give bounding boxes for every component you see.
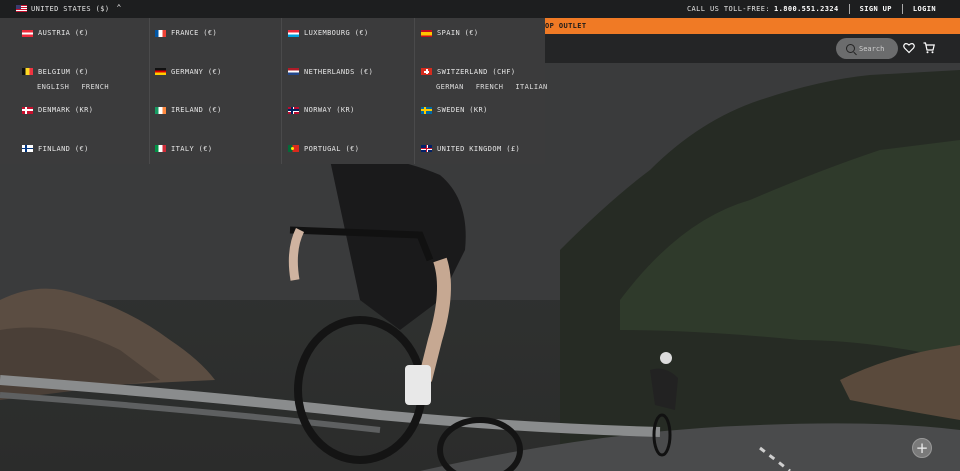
country-option-belgium[interactable]: BELGIUM (€): [0, 68, 149, 76]
language-options: GERMAN FRENCH ITALIAN: [414, 83, 547, 91]
country-label: SPAIN (€): [437, 29, 479, 37]
flag-us-icon: [16, 5, 27, 12]
country-label: IRELAND (€): [171, 106, 222, 114]
country-cell: ITALY (€): [149, 134, 281, 173]
sign-up-link[interactable]: SIGN UP: [860, 5, 892, 13]
flag-sweden-icon: [421, 106, 432, 114]
country-option-netherlands[interactable]: NETHERLANDS (€): [281, 68, 414, 76]
country-cell: AUSTRIA (€): [0, 18, 149, 57]
country-label: LUXEMBOURG (€): [304, 29, 369, 37]
language-option-german[interactable]: GERMAN: [436, 83, 464, 91]
utility-links: CALL US TOLL-FREE: 1.800.551.2324 SIGN UP…: [687, 4, 936, 14]
flag-spain-icon: [421, 29, 432, 37]
country-cell: BELGIUM (€) ENGLISH FRENCH: [0, 57, 149, 96]
plus-button[interactable]: +: [912, 438, 932, 458]
country-option-ireland[interactable]: IRELAND (€): [149, 106, 281, 114]
country-label: UNITED KINGDOM (£): [437, 144, 521, 153]
flag-netherlands-icon: [288, 68, 299, 75]
country-cell: GERMANY (€): [149, 57, 281, 96]
country-option-france[interactable]: FRANCE (€): [149, 29, 281, 37]
country-option-austria[interactable]: AUSTRIA (€): [0, 29, 149, 37]
country-option-portugal[interactable]: PORTUGAL (€): [281, 145, 414, 153]
phone-label: CALL US TOLL-FREE:: [686, 5, 770, 13]
flag-austria-icon: [22, 29, 33, 37]
country-label: FINLAND (€): [38, 144, 89, 153]
country-option-sweden[interactable]: SWEDEN (KR): [414, 106, 545, 114]
flag-luxembourg-icon: [288, 29, 299, 37]
country-label: ITALY (€): [171, 144, 213, 153]
divider: [901, 4, 903, 14]
country-cell: FRANCE (€): [149, 18, 281, 57]
phone-number[interactable]: 1.800.551.2324: [774, 5, 839, 13]
country-dropdown: AUSTRIA (€) FRANCE (€) LUXEMBOURG (€) SP…: [0, 18, 547, 164]
country-label: NORWAY (KR): [304, 106, 355, 114]
language-option-english[interactable]: ENGLISH: [37, 83, 69, 91]
country-label: GERMANY (€): [171, 67, 222, 76]
country-label: BELGIUM (€): [38, 67, 89, 76]
country-cell: SWEDEN (KR): [414, 95, 545, 134]
country-label: SWITZERLAND (CHF): [437, 67, 516, 76]
country-option-united-kingdom[interactable]: UNITED KINGDOM (£): [414, 145, 545, 153]
chevron-up-icon: ⌃: [116, 3, 122, 12]
search-icon: [846, 44, 855, 53]
locale-label: UNITED STATES ($): [31, 4, 110, 13]
language-option-french[interactable]: FRENCH: [81, 83, 109, 91]
flag-denmark-icon: [22, 106, 33, 114]
country-cell: UNITED KINGDOM (£): [414, 134, 545, 173]
heart-icon[interactable]: [903, 42, 915, 54]
login-link[interactable]: LOGIN: [913, 5, 936, 13]
search-placeholder: Search: [859, 44, 885, 53]
divider: [848, 4, 850, 14]
country-cell: FINLAND (€): [0, 134, 149, 173]
country-cell: SWITZERLAND (CHF) GERMAN FRENCH ITALIAN: [414, 57, 547, 96]
flag-portugal-icon: [288, 145, 299, 152]
country-option-norway[interactable]: NORWAY (KR): [281, 106, 414, 114]
country-label: SWEDEN (KR): [437, 106, 488, 114]
cart-icon[interactable]: [923, 42, 935, 54]
promo-text: OP OUTLET: [545, 22, 587, 30]
country-option-denmark[interactable]: DENMARK (KR): [0, 106, 149, 114]
country-option-italy[interactable]: ITALY (€): [149, 145, 281, 153]
country-label: DENMARK (KR): [38, 106, 94, 114]
country-label: PORTUGAL (€): [304, 144, 360, 153]
country-option-spain[interactable]: SPAIN (€): [414, 29, 545, 37]
country-option-germany[interactable]: GERMANY (€): [149, 68, 281, 76]
flag-ireland-icon: [155, 106, 166, 114]
flag-germany-icon: [155, 68, 166, 75]
flag-belgium-icon: [22, 68, 33, 75]
flag-norway-icon: [288, 106, 299, 114]
language-option-italian[interactable]: ITALIAN: [515, 83, 547, 91]
flag-switzerland-icon: [421, 68, 432, 75]
country-cell: DENMARK (KR): [0, 95, 149, 134]
locale-selector[interactable]: UNITED STATES ($) ⌃: [16, 3, 122, 13]
country-option-finland[interactable]: FINLAND (€): [0, 145, 149, 153]
language-options: ENGLISH FRENCH: [0, 83, 149, 91]
country-label: FRANCE (€): [171, 29, 218, 37]
country-cell: IRELAND (€): [149, 95, 281, 134]
country-label: AUSTRIA (€): [38, 29, 89, 37]
flag-italy-icon: [155, 145, 166, 152]
flag-france-icon: [155, 29, 166, 37]
country-cell: NORWAY (KR): [281, 95, 414, 134]
country-cell: LUXEMBOURG (€): [281, 18, 414, 57]
country-option-luxembourg[interactable]: LUXEMBOURG (€): [281, 29, 414, 37]
top-utility-bar: UNITED STATES ($) ⌃ CALL US TOLL-FREE: 1.…: [0, 0, 960, 18]
search-input[interactable]: Search: [836, 38, 898, 59]
country-cell: PORTUGAL (€): [281, 134, 414, 173]
country-cell: NETHERLANDS (€): [281, 57, 414, 96]
country-cell: SPAIN (€): [414, 18, 545, 57]
flag-finland-icon: [22, 145, 33, 152]
country-label: NETHERLANDS (€): [304, 67, 374, 76]
country-option-switzerland[interactable]: SWITZERLAND (CHF): [414, 68, 545, 76]
flag-uk-icon: [421, 145, 432, 152]
phone-info: CALL US TOLL-FREE: 1.800.551.2324: [687, 5, 839, 13]
language-option-french[interactable]: FRENCH: [476, 83, 504, 91]
